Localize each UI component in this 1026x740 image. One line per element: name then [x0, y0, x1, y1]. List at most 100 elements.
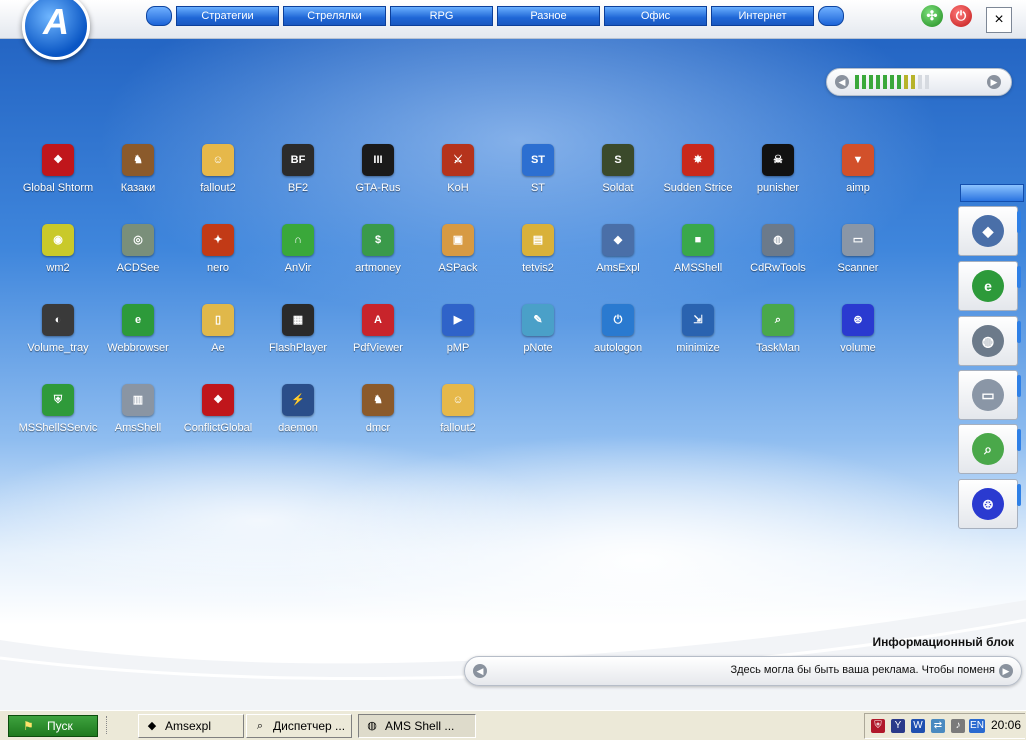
- desktop-icon[interactable]: S Soldat: [578, 144, 658, 214]
- task-ams-shell[interactable]: ◍ AMS Shell ...: [358, 714, 476, 738]
- dock-scrollbar[interactable]: [1017, 375, 1021, 397]
- soldat-icon: S: [602, 144, 634, 176]
- desktop-icon[interactable]: ▯ Ae: [178, 304, 258, 374]
- desktop-icon[interactable]: ✸ Sudden Strice: [658, 144, 738, 214]
- desktop-icon[interactable]: ∩ AnVir: [258, 224, 338, 294]
- gta-icon: III: [362, 144, 394, 176]
- tab-strelyalki[interactable]: Стрелялки: [283, 6, 386, 26]
- pdf-icon: A: [362, 304, 394, 336]
- top-bar: A Стратегии Стрелялки RPG Разное Офис Ин…: [0, 0, 1026, 60]
- volume-icon[interactable]: ♪: [951, 719, 965, 733]
- categories-scroll-right[interactable]: [818, 6, 844, 26]
- desktop-icon[interactable]: ◐ Volume_tray: [18, 304, 98, 374]
- desktop-icon-label: GTA-Rus: [355, 182, 401, 194]
- desktop-icon[interactable]: ♞ Казаки: [98, 144, 178, 214]
- desktop-icon-label: fallout2: [200, 182, 236, 194]
- progress-right-arrow-icon[interactable]: ▶: [987, 75, 1001, 89]
- desktop-icon-label: Ae: [211, 342, 225, 354]
- desktop-icon[interactable]: III GTA-Rus: [338, 144, 418, 214]
- desktop-icon[interactable]: e Webbrowser: [98, 304, 178, 374]
- package-icon: ▣: [442, 224, 474, 256]
- w-icon[interactable]: W: [911, 719, 925, 733]
- task-label: Amsexpl: [165, 719, 212, 733]
- dock-scrollbar[interactable]: [1017, 321, 1021, 343]
- progress-segment: [904, 75, 908, 89]
- dock-scrollbar[interactable]: [1017, 211, 1021, 233]
- tab-rpg[interactable]: RPG: [390, 6, 493, 26]
- search-folder-icon: ⌕: [256, 720, 264, 732]
- disc-icon: ◍: [367, 720, 377, 732]
- desktop-icon[interactable]: ☠ punisher: [738, 144, 818, 214]
- desktop-icon[interactable]: ☺ fallout2: [178, 144, 258, 214]
- desktop-icon[interactable]: ▤ tetvis2: [498, 224, 578, 294]
- dock-scrollbar[interactable]: [1017, 484, 1021, 506]
- desktop-icon[interactable]: ◎ ACDSee: [98, 224, 178, 294]
- task-dispetcher[interactable]: ⌕ Диспетчер ...: [246, 714, 352, 738]
- tab-ofis[interactable]: Офис: [604, 6, 707, 26]
- shield-icon[interactable]: ⛨: [871, 719, 885, 733]
- desktop-icon-label: AnVir: [284, 262, 312, 274]
- desktop-icon[interactable]: ⏻ autologon: [578, 304, 658, 374]
- desktop-icon[interactable]: ♞ dmcr: [338, 384, 418, 454]
- dock-item[interactable]: ▭: [958, 370, 1021, 420]
- desktop-icon[interactable]: ⚔ KoH: [418, 144, 498, 214]
- categories-scroll-left[interactable]: [146, 6, 172, 26]
- desktop-icon[interactable]: ▣ ASPack: [418, 224, 498, 294]
- aimp-icon: ▼: [842, 144, 874, 176]
- desktop-icon-label: dmcr: [365, 422, 391, 434]
- desktop-icon-label: TaskMan: [755, 342, 801, 354]
- network-icon[interactable]: ⇄: [931, 719, 945, 733]
- helmet-icon: ⚔: [442, 144, 474, 176]
- eagle-icon: ❖: [42, 144, 74, 176]
- explorer-icon: ◆: [602, 224, 634, 256]
- desktop-icon[interactable]: ■ AMSShell: [658, 224, 738, 294]
- progress-left-arrow-icon[interactable]: ◀: [835, 75, 849, 89]
- desktop-icon[interactable]: $ artmoney: [338, 224, 418, 294]
- power-icon[interactable]: ⏻: [950, 5, 972, 27]
- tab-internet[interactable]: Интернет: [711, 6, 814, 26]
- close-button[interactable]: ×: [986, 7, 1012, 33]
- dock-scrollbar[interactable]: [1017, 429, 1021, 451]
- cubes-icon: ■: [682, 224, 714, 256]
- desktop-icon-label: Global Shtorm: [22, 182, 94, 194]
- desktop-icon[interactable]: ▶ pMP: [418, 304, 498, 374]
- info-left-arrow-icon[interactable]: ◀: [473, 664, 487, 678]
- desktop-icon[interactable]: ⇲ minimize: [658, 304, 738, 374]
- desktop-icon[interactable]: ✎ pNote: [498, 304, 578, 374]
- info-right-arrow-icon[interactable]: ▶: [999, 664, 1013, 678]
- desktop-icon[interactable]: ⛨ MSShellSServic: [18, 384, 98, 454]
- dock-item[interactable]: ⊛: [958, 479, 1021, 529]
- desktop-icon[interactable]: A PdfViewer: [338, 304, 418, 374]
- tab-raznoe[interactable]: Разное: [497, 6, 600, 26]
- desktop-icon[interactable]: ◆ AmsExpl: [578, 224, 658, 294]
- dock-item[interactable]: e: [958, 261, 1021, 311]
- desktop-icon[interactable]: ◉ wm2: [18, 224, 98, 294]
- dock-scrollbar[interactable]: [1017, 266, 1021, 288]
- dock-item[interactable]: ⌕: [958, 424, 1021, 474]
- dock-item[interactable]: ◍: [958, 316, 1021, 366]
- desktop-icon[interactable]: ⚡ daemon: [258, 384, 338, 454]
- desktop-icon[interactable]: ▦ FlashPlayer: [258, 304, 338, 374]
- y-icon[interactable]: Y: [891, 719, 905, 733]
- dock-header[interactable]: [960, 184, 1024, 202]
- desktop-icon[interactable]: ❖ Global Shtorm: [18, 144, 98, 214]
- desktop-icon[interactable]: ☺ fallout2: [418, 384, 498, 454]
- dock-item[interactable]: ◆: [958, 206, 1021, 256]
- desktop-icon[interactable]: ⊛ volume: [818, 304, 898, 374]
- desktop-icon[interactable]: ⌕ TaskMan: [738, 304, 818, 374]
- desktop-icon[interactable]: ✦ nero: [178, 224, 258, 294]
- desktop-icon[interactable]: ▥ AmsShell: [98, 384, 178, 454]
- desktop-icon[interactable]: ▼ aimp: [818, 144, 898, 214]
- arrows-icon[interactable]: ✣: [921, 5, 943, 27]
- desktop-icon[interactable]: ❖ ConflictGlobal: [178, 384, 258, 454]
- desktop-icon-label: pNote: [523, 342, 553, 354]
- desktop-icon[interactable]: ◍ CdRwTools: [738, 224, 818, 294]
- task-amsexpl[interactable]: ◆ Amsexpl: [138, 714, 244, 738]
- start-button[interactable]: ⚑ Пуск: [8, 715, 98, 737]
- language-indicator[interactable]: EN: [969, 719, 985, 733]
- desktop-icon[interactable]: ST ST: [498, 144, 578, 214]
- st-icon: ST: [522, 144, 554, 176]
- desktop-icon[interactable]: ▭ Scanner: [818, 224, 898, 294]
- desktop-icon[interactable]: BF BF2: [258, 144, 338, 214]
- tab-strategii[interactable]: Стратегии: [176, 6, 279, 26]
